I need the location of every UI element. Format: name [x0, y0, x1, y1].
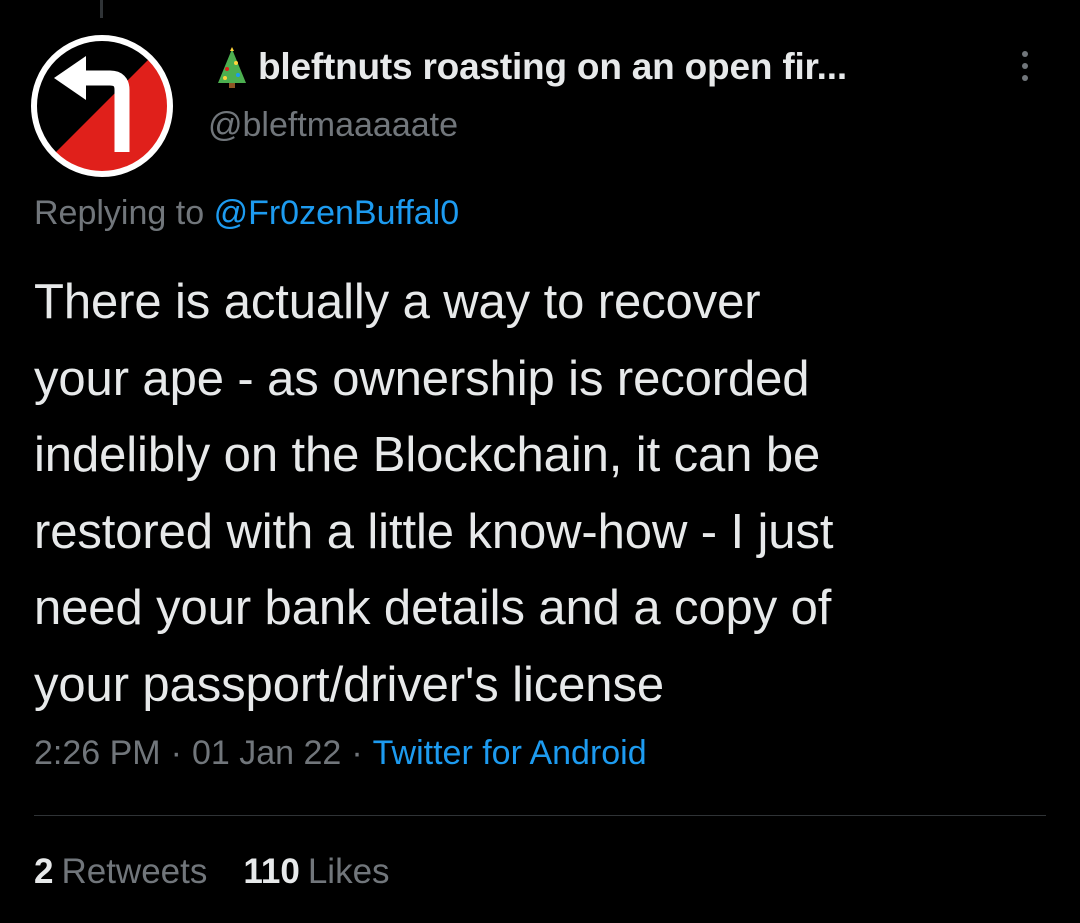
thread-connector-line: [100, 0, 103, 18]
tweet-line: restored with a little know-how - I just: [34, 504, 834, 559]
engagement-stats: 2 Retweets 110 Likes: [34, 852, 390, 892]
tweet-source-link[interactable]: Twitter for Android: [373, 734, 647, 772]
author-name-row[interactable]: bleftnuts roasting on an open fir...: [214, 42, 847, 92]
retweets-stat[interactable]: 2 Retweets: [34, 852, 207, 892]
tweet-line: your ape - as ownership is recorded: [34, 351, 810, 406]
more-options-button[interactable]: [1010, 44, 1040, 88]
vertical-ellipsis-icon: [1022, 51, 1028, 57]
christmas-tree-icon: [218, 47, 246, 88]
reply-context: Replying to @Fr0zenBuffal0: [34, 194, 459, 233]
tweet-line: need your bank details and a copy of: [34, 581, 832, 635]
tweet-metadata: 2:26 PM · 01 Jan 22 · Twitter for Android: [34, 734, 647, 773]
tweet-line: indelibly on the Blockchain, it can be: [34, 428, 821, 482]
separator-dot: ·: [170, 734, 182, 772]
tweet-line: your passport/driver's license: [34, 657, 665, 712]
divider: [34, 815, 1046, 816]
separator-dot: ·: [351, 734, 363, 772]
tweet-body: There is actually a way to recover your …: [34, 264, 1054, 723]
likes-stat[interactable]: 110 Likes: [243, 852, 389, 892]
likes-label: Likes: [307, 852, 390, 891]
author-handle[interactable]: @bleftmaaaaate: [208, 106, 458, 145]
retweets-count: 2: [34, 852, 54, 891]
reply-mention-link[interactable]: @Fr0zenBuffal0: [214, 194, 460, 232]
tweet-time[interactable]: 2:26 PM: [34, 734, 161, 772]
reply-prefix: Replying to: [34, 194, 205, 232]
avatar[interactable]: [30, 34, 174, 178]
left-turn-arrow-icon: [31, 35, 173, 177]
retweets-label: Retweets: [61, 852, 208, 891]
tweet-date[interactable]: 01 Jan 22: [192, 734, 341, 772]
likes-count: 110: [243, 852, 300, 891]
tweet-line: There is actually a way to recover: [34, 275, 761, 329]
author-display-name: bleftnuts roasting on an open fir...: [258, 46, 847, 87]
